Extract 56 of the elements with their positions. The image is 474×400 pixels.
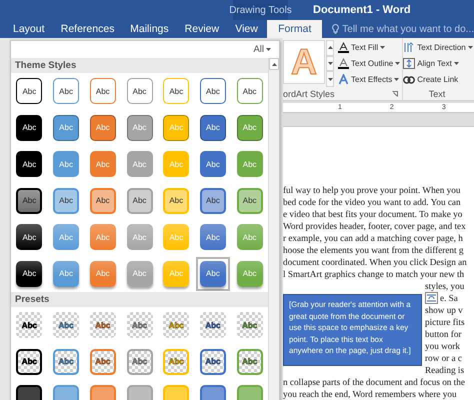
document-text: ful way to help you prove your point. When you <box>283 184 462 196</box>
lightbulb-icon <box>332 24 340 34</box>
group-label: ordArt Styles <box>283 88 335 98</box>
caret-icon <box>266 48 271 51</box>
caret-icon <box>328 62 332 65</box>
caret-icon <box>272 62 277 66</box>
caret-icon <box>328 46 332 50</box>
filter-dropdown[interactable]: All <box>251 44 273 55</box>
ribbon-tab[interactable]: Review <box>178 20 226 38</box>
document-text: e video that best fits your document. To make yo <box>283 208 464 220</box>
scroll-down-button[interactable] <box>326 56 334 72</box>
document-text: you work <box>425 340 460 352</box>
link-icon <box>403 76 416 84</box>
document-text: Reading is <box>425 364 464 376</box>
ribbon-tab[interactable]: Layout <box>6 20 51 38</box>
scrollbar[interactable] <box>268 58 279 400</box>
more-button[interactable] <box>326 71 334 88</box>
document-text: show up v <box>425 304 463 316</box>
document-text: row or a c <box>425 352 462 364</box>
ribbon-command[interactable]: Text Direction <box>403 40 473 55</box>
document-text: button for <box>425 328 462 340</box>
document-text: you reach the end, Word remembers where you <box>283 388 458 400</box>
document-text: e. Sa <box>440 292 458 304</box>
ribbon-command[interactable]: Create Link <box>403 72 473 87</box>
ribbon-command[interactable]: Text Fill <box>338 40 400 55</box>
document-text: bed code for the video you want to add. You can <box>283 196 462 208</box>
document-text: document coordinated. When you click Design an <box>283 256 468 268</box>
ribbon-command[interactable]: Text Effects <box>338 72 400 87</box>
ribbon-tab[interactable]: View <box>228 20 264 38</box>
dialog-launcher-icon[interactable] <box>392 90 398 96</box>
ribbon-tab[interactable]: References <box>54 20 120 38</box>
tell-me-field[interactable]: Tell me what you want to do... <box>342 24 474 34</box>
document-text: Word provides header, footer, cover page, and tex <box>283 220 467 232</box>
text-effects-icon <box>338 74 349 85</box>
document-text: n collapse parts of the document and focus on the <box>283 376 466 388</box>
layout-options-button[interactable] <box>425 292 438 304</box>
section-header: Presets <box>11 292 268 307</box>
group-label: Text <box>428 88 446 98</box>
text-direction-icon <box>403 42 416 53</box>
shape-style-option[interactable]: Abc <box>196 256 230 291</box>
document-text: styles, you <box>425 280 464 292</box>
document-text: l SmartArt graphics change to match your new th <box>283 268 466 280</box>
caret-icon <box>328 78 332 81</box>
ribbon-command[interactable]: Text Outline <box>338 56 400 71</box>
ribbon-tab[interactable]: Mailings <box>123 20 175 38</box>
section-header: Theme Styles <box>11 58 268 73</box>
ribbon-tab[interactable]: Format <box>267 20 322 38</box>
text-fill-icon <box>338 42 349 53</box>
align-text-icon <box>403 58 416 69</box>
text-outline-icon <box>338 58 349 69</box>
document-text: picture fits <box>425 316 465 328</box>
document-text: hoose the elements you want from the different g <box>283 244 464 256</box>
document-text: r example, you can add a matching cover page, h <box>283 232 464 244</box>
window-title: Document1 - Word <box>313 3 411 18</box>
scroll-up-button[interactable] <box>326 40 334 56</box>
ribbon-command[interactable]: Align Text <box>403 56 473 71</box>
